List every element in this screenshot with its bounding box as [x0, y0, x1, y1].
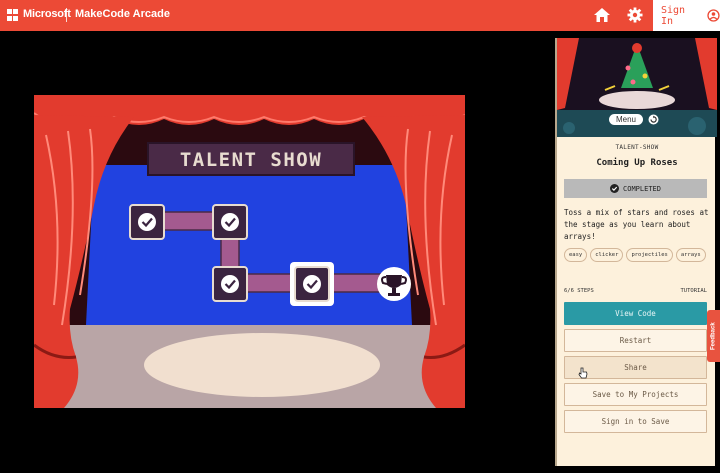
view-code-button[interactable]: View Code — [564, 302, 707, 325]
tag-clicker[interactable]: clicker — [590, 248, 624, 262]
check-circle-icon — [610, 184, 620, 193]
gear-icon[interactable] — [626, 6, 644, 24]
tag-projectiles[interactable]: projectiles — [626, 248, 673, 262]
feedback-tab[interactable]: Feedback — [707, 310, 720, 362]
tutorial-kind: TUTORIAL — [680, 288, 708, 294]
restart-icon[interactable] — [648, 114, 659, 125]
tag-arrays[interactable]: arrays — [675, 248, 706, 262]
hand-cursor-icon — [578, 367, 588, 379]
product-title[interactable]: MakeCode Arcade — [75, 8, 170, 20]
completed-badge: COMPLETED — [564, 179, 707, 198]
preview-menu-button[interactable]: Menu — [609, 114, 643, 125]
sign-in-to-save-button[interactable]: Sign in to Save — [564, 410, 707, 433]
level-node — [290, 262, 334, 306]
stage-scene: TALENT SHOW — [34, 95, 465, 408]
completed-label: COMPLETED — [623, 184, 661, 193]
microsoft-logo-icon[interactable] — [7, 9, 19, 21]
sign-in-button[interactable]: Sign In — [653, 0, 720, 31]
restart-button[interactable]: Restart — [564, 329, 707, 352]
level-node — [129, 204, 165, 240]
level-node — [212, 266, 248, 302]
tutorial-title: Coming Up Roses — [596, 158, 678, 168]
save-to-projects-button[interactable]: Save to My Projects — [564, 383, 707, 406]
sign-in-label: Sign In — [661, 4, 686, 27]
tutorial-kicker: TALENT-SHOW — [615, 144, 659, 151]
talent-show-banner: TALENT SHOW — [180, 149, 322, 171]
user-icon — [707, 9, 720, 22]
tag-easy[interactable]: easy — [564, 248, 588, 262]
brand-label[interactable]: Microsoft — [23, 8, 71, 20]
tutorial-panel: Menu TALENT-SHOW Coming Up Roses COMPLET… — [555, 38, 717, 466]
home-icon[interactable] — [593, 6, 611, 24]
steps-count: 6/6 STEPS — [564, 288, 594, 294]
top-bar: Microsoft MakeCode Arcade Sign In — [0, 0, 720, 31]
game-stage[interactable]: TALENT SHOW — [34, 95, 465, 408]
level-node — [212, 204, 248, 240]
tutorial-description: Toss a mix of stars and roses at the sta… — [564, 208, 709, 241]
brand-divider — [66, 8, 67, 22]
tag-list: easy clicker projectiles arrays — [564, 248, 714, 262]
game-preview[interactable]: Menu — [557, 38, 717, 137]
